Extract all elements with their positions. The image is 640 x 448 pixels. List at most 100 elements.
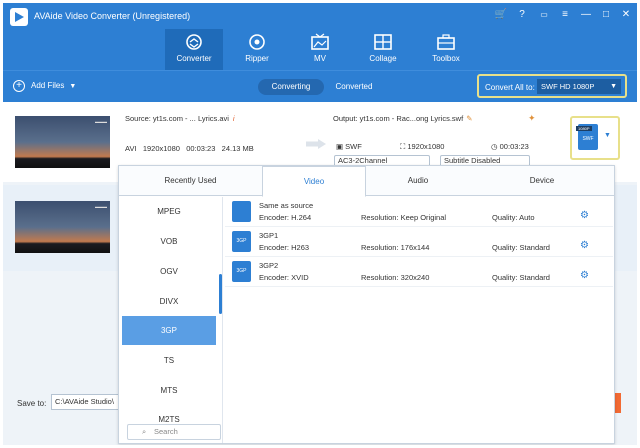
source-label: Source: yt1s.com - ... Lyrics.avi [125, 114, 229, 123]
converted-tab[interactable]: Converted [324, 79, 384, 95]
help-icon[interactable]: ? [515, 8, 529, 22]
output-duration: ◷ 00:03:23 [491, 142, 529, 151]
add-files-button[interactable]: + Add Files ▼ [13, 80, 76, 92]
subtitle-value: Subtitle Disabled [444, 156, 501, 165]
option-encoder: Encoder: H.264 [259, 213, 312, 222]
enhance-icon[interactable]: ✦ [528, 113, 536, 124]
option-resolution: Resolution: 176x144 [361, 243, 430, 252]
swf-file-icon: 1080P SWF [576, 124, 598, 150]
tab-converter[interactable]: Converter [165, 29, 223, 70]
source-meta: AVI 1920x1080 00:03:23 24.13 MB [125, 144, 254, 153]
chevron-down-icon: ▼ [604, 132, 611, 139]
source-duration: 00:03:23 [186, 144, 216, 153]
output-label: Output: yt1s.com - Rac...ong Lyrics.swf [333, 114, 464, 123]
format-search-input[interactable]: ⌕ Search [127, 424, 221, 440]
output-resolution: ⛶ 1920x1080 [400, 142, 445, 151]
category-item[interactable]: VOB [122, 227, 216, 256]
category-item-selected[interactable]: 3GP [122, 316, 216, 345]
tab-label: MV [314, 54, 326, 63]
maximize-icon[interactable]: □ [599, 8, 613, 22]
category-item[interactable]: TS [122, 346, 216, 375]
tab-recently-used[interactable]: Recently Used [119, 166, 262, 196]
edit-icon[interactable]: ✎ [466, 114, 472, 123]
toolbox-icon [437, 34, 455, 50]
output-format-value: SWF [345, 142, 362, 151]
format-ext: SWF [582, 136, 594, 142]
search-icon: ⌕ [142, 427, 147, 436]
arrow-icon [306, 139, 326, 149]
3gp-file-icon: 3GP [232, 231, 251, 252]
cart-icon[interactable]: 🛒 [494, 8, 508, 22]
video-thumbnail[interactable]: ▬▬▬ [15, 201, 110, 253]
format-option[interactable]: Same as source Encoder: H.264 Resolution… [225, 197, 613, 227]
option-icon-label: 3GP [236, 238, 247, 244]
option-name: 3GP2 [259, 261, 279, 270]
option-name: Same as source [259, 201, 314, 210]
settings-gear-icon[interactable]: ⚙ [580, 270, 589, 281]
converting-tab[interactable]: Converting [258, 79, 324, 95]
add-files-label: Add Files [31, 81, 65, 90]
app-logo [10, 8, 28, 26]
tab-toolbox[interactable]: Toolbox [417, 29, 475, 70]
status-toggle: Converting Converted [258, 79, 424, 95]
option-resolution: Resolution: Keep Original [361, 213, 447, 222]
category-scrollbar[interactable] [219, 274, 222, 314]
format-badge: 1080P [576, 126, 592, 131]
video-file-icon [232, 201, 251, 222]
option-resolution: Resolution: 320x240 [361, 273, 430, 282]
tab-mv[interactable]: MV [291, 29, 349, 70]
tab-label: Collage [369, 54, 397, 63]
save-path-field[interactable]: C:\AVAide Studio\ [51, 394, 123, 410]
tab-collage[interactable]: Collage [354, 29, 412, 70]
convert-all-box: Convert All to: SWF HD 1080P ▼ [477, 74, 627, 98]
settings-gear-icon[interactable]: ⚙ [580, 210, 589, 221]
format-tabs: Recently Used Video Audio Device [119, 166, 614, 197]
format-option[interactable]: 3GP 3GP2 Encoder: XVID Resolution: 320x2… [225, 257, 613, 287]
category-item[interactable]: OGV [122, 257, 216, 286]
search-placeholder: Search [154, 427, 178, 436]
category-item[interactable]: MTS [122, 376, 216, 405]
convert-all-select[interactable]: SWF HD 1080P ▼ [537, 79, 621, 94]
format-option[interactable]: 3GP 3GP1 Encoder: H263 Resolution: 176x1… [225, 227, 613, 257]
option-quality: Quality: Standard [492, 273, 550, 282]
source-size: 24.13 MB [221, 144, 254, 153]
tab-video[interactable]: Video [262, 166, 366, 197]
format-category-list: MPEG VOB OGV DIVX 3GP TS MTS M2TS [119, 197, 223, 443]
menu-icon[interactable]: ≡ [558, 8, 572, 22]
app-title: AVAide Video Converter (Unregistered) [34, 11, 191, 21]
option-encoder: Encoder: XVID [259, 273, 309, 282]
category-item[interactable]: DIVX [122, 287, 216, 316]
convert-icon [186, 34, 202, 50]
close-icon[interactable]: ✕ [619, 8, 633, 22]
option-name: 3GP1 [259, 231, 279, 240]
output-name: Output: yt1s.com - Rac...ong Lyrics.swf ✎ [333, 114, 472, 123]
settings-gear-icon[interactable]: ⚙ [580, 240, 589, 251]
video-thumbnail[interactable]: ▬▬▬ [15, 116, 110, 168]
tab-ripper[interactable]: Ripper [228, 29, 286, 70]
chevron-down-icon[interactable]: ▼ [69, 83, 76, 90]
feedback-icon[interactable]: ▭ [537, 8, 551, 22]
option-quality: Quality: Standard [492, 243, 550, 252]
source-resolution: 1920x1080 [142, 144, 180, 153]
3gp-file-icon: 3GP [232, 261, 251, 282]
output-format-selector[interactable]: 1080P SWF ▼ [570, 116, 620, 160]
convert-all-label: Convert All to: [485, 83, 535, 92]
audio-track-value: AC3-2Channel [338, 156, 388, 165]
category-item[interactable]: MPEG [122, 197, 216, 226]
tab-audio[interactable]: Audio [366, 166, 470, 196]
tab-label: Ripper [245, 54, 269, 63]
app-window: AVAide Video Converter (Unregistered) 🛒 … [3, 3, 637, 445]
option-icon-label: 3GP [236, 268, 247, 274]
disc-icon [249, 34, 265, 50]
save-to-label: Save to: [17, 399, 47, 408]
tv-icon [311, 33, 329, 50]
source-name: Source: yt1s.com - ... Lyrics.avi i [125, 114, 235, 123]
info-icon[interactable]: i [233, 114, 235, 123]
output-resolution-value: 1920x1080 [407, 142, 445, 151]
action-bar: + Add Files ▼ Converting Converted Convert… [3, 70, 637, 102]
output-duration-value: 00:03:23 [499, 142, 529, 151]
top-bar: AVAide Video Converter (Unregistered) 🛒 … [3, 3, 637, 70]
option-quality: Quality: Auto [492, 213, 535, 222]
tab-device[interactable]: Device [470, 166, 614, 196]
minimize-icon[interactable]: — [579, 8, 593, 22]
